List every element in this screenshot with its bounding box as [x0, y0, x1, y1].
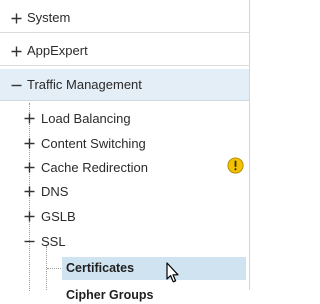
- plus-icon[interactable]: [11, 46, 22, 57]
- nav-item-label: GSLB: [41, 208, 76, 224]
- nav-item-label: Load Balancing: [41, 110, 131, 126]
- nav-item-label: Traffic Management: [27, 77, 142, 92]
- navigation-tree: System AppExpert Traffic Management Load…: [0, 0, 250, 302]
- nav-item-cipher-groups[interactable]: Cipher Groups: [62, 284, 246, 304]
- nav-item-ssl[interactable]: SSL: [0, 226, 249, 256]
- nav-item-system[interactable]: System: [0, 3, 249, 33]
- tree-connector-line: [47, 268, 61, 269]
- nav-item-appexpert[interactable]: AppExpert: [0, 36, 249, 66]
- nav-item-certificates[interactable]: Certificates: [62, 254, 246, 282]
- nav-item-label: Cipher Groups: [66, 288, 154, 302]
- warning-icon[interactable]: [227, 157, 244, 174]
- nav-item-label: SSL: [41, 233, 66, 249]
- plus-icon[interactable]: [24, 162, 35, 173]
- plus-icon[interactable]: [24, 211, 35, 222]
- nav-item-label: Content Switching: [41, 135, 146, 151]
- plus-icon[interactable]: [24, 186, 35, 197]
- nav-item-label: System: [27, 10, 71, 25]
- plus-icon[interactable]: [24, 138, 35, 149]
- nav-item-label: AppExpert: [27, 43, 88, 58]
- minus-icon[interactable]: [11, 80, 22, 91]
- minus-icon[interactable]: [24, 236, 35, 247]
- plus-icon[interactable]: [24, 113, 35, 124]
- mouse-pointer-icon: [166, 262, 180, 284]
- nav-item-traffic-management[interactable]: Traffic Management: [0, 69, 249, 101]
- nav-item-label: Cache Redirection: [41, 159, 148, 175]
- plus-icon[interactable]: [11, 13, 22, 24]
- nav-item-label: DNS: [41, 183, 69, 199]
- nav-item-label: Certificates: [66, 261, 135, 275]
